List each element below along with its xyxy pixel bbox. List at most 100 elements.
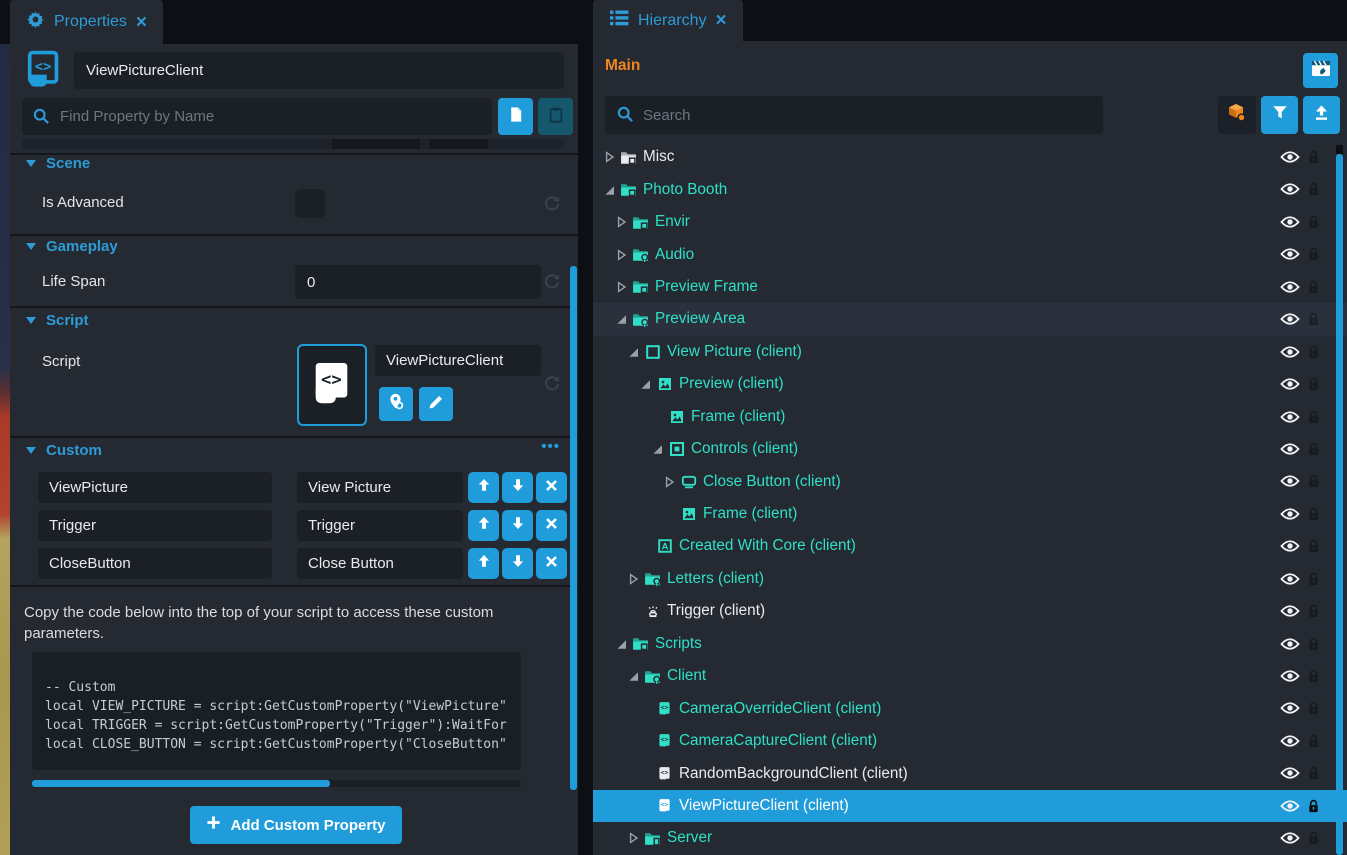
collapsed-arrow-icon[interactable] [613,247,628,262]
custom-name-field[interactable]: CloseButton [38,548,272,579]
visibility-eye-icon[interactable] [1280,604,1300,618]
move-up-button[interactable] [468,472,499,503]
visibility-eye-icon[interactable] [1280,377,1300,391]
code-hscrollbar-thumb[interactable] [32,780,330,787]
custom-value-field[interactable]: View Picture [297,472,463,503]
hierarchy-search-input[interactable] [605,96,1103,134]
lock-icon[interactable] [1307,603,1320,619]
expanded-arrow-icon[interactable] [649,442,664,457]
find-script-button[interactable] [379,387,413,421]
visibility-eye-icon[interactable] [1280,345,1300,359]
visibility-eye-icon[interactable] [1280,831,1300,845]
lock-icon[interactable] [1307,830,1320,846]
expanded-arrow-icon[interactable] [625,344,640,359]
tree-row[interactable]: Photo Booth [593,173,1347,205]
move-up-button[interactable] [468,510,499,541]
add-custom-property-button[interactable]: Add Custom Property [190,806,402,844]
code-hscrollbar-track[interactable] [32,780,521,787]
custom-value-field[interactable]: Trigger [297,510,463,541]
visibility-eye-icon[interactable] [1280,539,1300,553]
tree-row[interactable]: Frame (client) [593,401,1347,433]
reset-icon[interactable] [542,272,562,292]
edit-script-button[interactable] [419,387,453,421]
lock-icon[interactable] [1307,765,1320,781]
tree-row[interactable]: Trigger (client) [593,595,1347,627]
lock-icon[interactable] [1307,344,1320,360]
lock-icon[interactable] [1307,473,1320,489]
lock-icon[interactable] [1307,149,1320,165]
close-icon[interactable]: × [715,11,726,30]
lock-icon[interactable] [1307,733,1320,749]
lock-icon[interactable] [1307,636,1320,652]
visibility-eye-icon[interactable] [1280,766,1300,780]
visibility-eye-icon[interactable] [1280,247,1300,261]
reset-icon[interactable] [542,374,562,394]
visibility-eye-icon[interactable] [1280,572,1300,586]
life-span-input[interactable] [295,265,541,299]
custom-name-field[interactable]: ViewPicture [38,472,272,503]
tree-row[interactable]: Frame (client) [593,498,1347,530]
tree-row[interactable]: ACreated With Core (client) [593,530,1347,562]
collapsed-arrow-icon[interactable] [613,215,628,230]
visibility-eye-icon[interactable] [1280,734,1300,748]
tree-row[interactable]: Controls (client) [593,433,1347,465]
delete-button[interactable] [536,510,567,541]
delete-button[interactable] [536,472,567,503]
lock-icon[interactable] [1307,668,1320,684]
collapsed-arrow-icon[interactable] [625,831,640,846]
script-thumbnail[interactable]: <> [297,344,367,426]
tree-row[interactable]: <>CameraCaptureClient (client) [593,725,1347,757]
lock-icon[interactable] [1307,376,1320,392]
expanded-arrow-icon[interactable] [637,377,652,392]
paste-properties-button[interactable] [538,98,573,135]
visibility-eye-icon[interactable] [1280,474,1300,488]
filter-button[interactable] [1261,96,1298,134]
tree-row[interactable]: Preview (client) [593,368,1347,400]
tree-row[interactable]: Preview Frame [593,271,1347,303]
templates-button[interactable] [1218,96,1256,134]
visibility-eye-icon[interactable] [1280,507,1300,521]
collapsed-arrow-icon[interactable] [601,150,616,165]
move-down-button[interactable] [502,510,533,541]
find-property-input[interactable] [22,98,492,135]
expanded-arrow-icon[interactable] [613,636,628,651]
section-scene[interactable]: Scene [26,155,90,172]
tab-properties[interactable]: Properties × [10,0,163,44]
lock-icon[interactable] [1307,246,1320,262]
script-name-field[interactable]: ViewPictureClient [375,345,541,376]
tree-row[interactable]: <>RandomBackgroundClient (client) [593,757,1347,789]
custom-overflow-menu[interactable]: ••• [541,438,560,455]
tree-row[interactable]: Misc [593,141,1347,173]
tab-hierarchy[interactable]: Hierarchy × [593,0,743,41]
close-icon[interactable]: × [136,13,147,32]
visibility-eye-icon[interactable] [1280,182,1300,196]
tree-row[interactable]: Scripts [593,628,1347,660]
tree-row[interactable]: <>CameraOverrideClient (client) [593,692,1347,724]
move-down-button[interactable] [502,548,533,579]
move-up-button[interactable] [468,548,499,579]
section-script[interactable]: Script [26,312,89,329]
tree-row[interactable]: Envir [593,206,1347,238]
visibility-eye-icon[interactable] [1280,669,1300,683]
visibility-eye-icon[interactable] [1280,799,1300,813]
tree-row[interactable]: Close Button (client) [593,465,1347,497]
tree-row[interactable]: Audio [593,238,1347,270]
tree-row[interactable]: <>ViewPictureClient (client) [593,790,1347,822]
lock-icon[interactable] [1307,571,1320,587]
tree-row[interactable]: Preview Area [593,303,1347,335]
lock-icon[interactable] [1307,311,1320,327]
visibility-eye-icon[interactable] [1280,215,1300,229]
visibility-eye-icon[interactable] [1280,280,1300,294]
lock-icon[interactable] [1307,441,1320,457]
lock-icon[interactable] [1307,279,1320,295]
visibility-eye-icon[interactable] [1280,410,1300,424]
is-advanced-checkbox[interactable] [295,189,325,218]
visibility-eye-icon[interactable] [1280,701,1300,715]
delete-button[interactable] [536,548,567,579]
lock-icon[interactable] [1307,798,1320,814]
expanded-arrow-icon[interactable] [601,182,616,197]
lock-icon[interactable] [1307,538,1320,554]
copy-properties-button[interactable] [498,98,533,135]
tree-row[interactable]: View Picture (client) [593,336,1347,368]
custom-name-field[interactable]: Trigger [38,510,272,541]
